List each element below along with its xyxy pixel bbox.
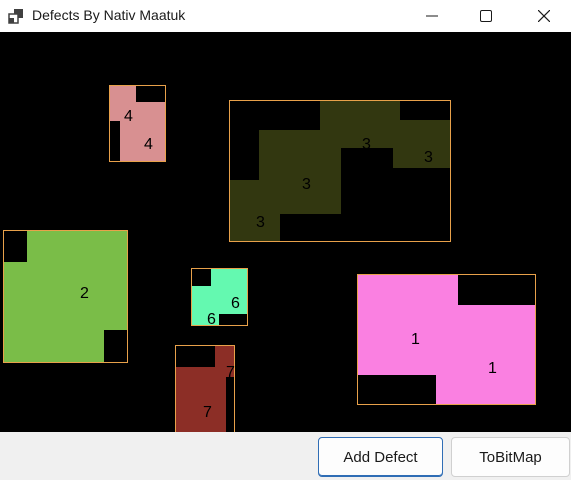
- defect-6-hole: [192, 269, 211, 286]
- app-icon: [8, 9, 23, 24]
- title-bar: Defects By Nativ Maatuk: [0, 0, 571, 32]
- defect-label: 3: [362, 136, 371, 153]
- defect-label: 3: [424, 149, 433, 166]
- defect-label: 3: [256, 214, 265, 231]
- button-bar: Add Defect ToBitMap: [0, 432, 571, 480]
- defect-2: 2: [3, 230, 128, 363]
- defect-3: 3 3 3 3: [229, 100, 451, 242]
- defect-label: 7: [226, 364, 235, 381]
- defect-7: 7 7: [175, 345, 235, 432]
- defect-label: 2: [80, 285, 89, 302]
- defect-label: 3: [302, 176, 311, 193]
- defect-1: 1 1: [357, 274, 536, 405]
- defect-1-shape: [358, 275, 536, 405]
- maximize-button[interactable]: [463, 0, 509, 32]
- window-title: Defects By Nativ Maatuk: [32, 7, 186, 23]
- minimize-icon: [426, 15, 438, 17]
- add-defect-button[interactable]: Add Defect: [318, 437, 443, 477]
- defect-label: 6: [207, 311, 216, 328]
- maximize-icon: [480, 10, 492, 22]
- defect-label: 1: [488, 360, 497, 377]
- defect-label: 4: [144, 136, 153, 153]
- defect-4-shape: [109, 85, 165, 161]
- close-button[interactable]: [521, 0, 567, 32]
- defect-4: 4 4: [109, 85, 166, 162]
- defect-label: 7: [203, 404, 212, 421]
- to-bitmap-button[interactable]: ToBitMap: [451, 437, 570, 477]
- defect-6: 6 6: [191, 268, 248, 328]
- defect-7-hole: [226, 377, 234, 432]
- defect-2-shape: [3, 230, 128, 363]
- defects-canvas[interactable]: 1 1 2 3 3 3 3 4 4 6 6 7 7: [0, 32, 571, 432]
- close-icon: [538, 10, 550, 22]
- defect-label: 6: [231, 295, 240, 312]
- minimize-button[interactable]: [409, 0, 455, 32]
- defect-label: 4: [124, 108, 133, 125]
- defect-label: 1: [411, 331, 420, 348]
- defects-drawing: 1 1 2 3 3 3 3 4 4 6 6 7 7: [3, 85, 536, 432]
